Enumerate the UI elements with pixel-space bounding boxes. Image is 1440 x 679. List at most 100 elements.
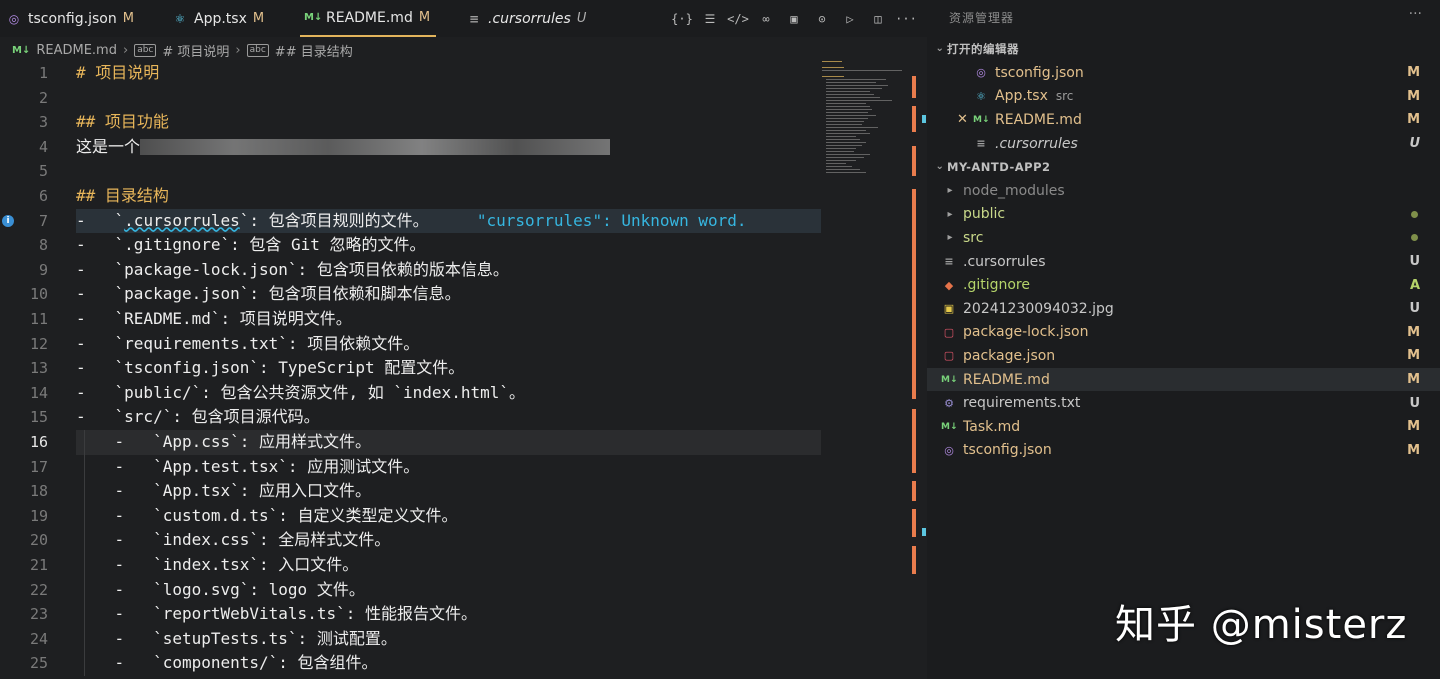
indent-guide (84, 430, 85, 676)
open-editors-header[interactable]: ⌄ 打开的编辑器 (927, 37, 1440, 61)
minimap-line (826, 130, 866, 131)
breadcrumb-h1[interactable]: # 项目说明 (162, 41, 229, 60)
chevron-right-icon: ▸ (947, 232, 953, 244)
code-line[interactable]: 19 - `custom.d.ts`: 自定义类型定义文件。 (0, 504, 822, 529)
line-number: 3 (38, 113, 48, 132)
open-editor-item[interactable]: ⚛ App.tsx src M (927, 85, 1440, 109)
minimap-line (826, 103, 866, 104)
file-item[interactable]: M↓ README.md M (927, 367, 1440, 392)
open-editor-item[interactable]: ≡ .cursorrules U (927, 132, 1440, 156)
info-marker (922, 115, 926, 123)
code-line[interactable]: 22 - `logo.svg`: logo 文件。 (0, 578, 822, 603)
code-line[interactable]: 18 - `App.tsx`: 应用入口文件。 (0, 479, 822, 504)
file-label: requirements.txt (963, 395, 1081, 412)
file-item[interactable]: ▢ package.json M (927, 344, 1440, 368)
file-item[interactable]: ⚙ requirements.txt U (927, 391, 1440, 415)
code-line[interactable]: 3 ## 项目功能 (0, 110, 822, 135)
code-icon[interactable]: </> (727, 10, 749, 28)
open-editor-item[interactable]: ✕ M↓ README.md M (927, 108, 1440, 132)
code-line[interactable]: 13 - `tsconfig.json`: TypeScript 配置文件。 (0, 356, 822, 381)
code-line[interactable]: 4 这是一个 (0, 135, 822, 160)
git-status: U (1409, 395, 1420, 411)
file-item[interactable]: ▣ 20241230094032.jpg U (927, 297, 1440, 321)
line-number: 23 (29, 605, 48, 624)
line-number: 12 (29, 334, 48, 353)
line-number: 5 (38, 162, 48, 181)
code-line[interactable]: 25 - `components/`: 包含组件。 (0, 651, 822, 676)
tab-cursorrules[interactable]: ≡ .cursorrules U (466, 0, 586, 37)
folder-item[interactable]: ▸ node_modules (927, 179, 1440, 203)
split-icon[interactable]: ◫ (869, 10, 887, 28)
file-item[interactable]: ≡ .cursorrules U (927, 250, 1440, 274)
code-line[interactable]: 10 - `package.json`: 包含项目依赖和脚本信息。 (0, 282, 822, 307)
code-line[interactable]: 15 - `src/`: 包含项目源代码。 (0, 405, 822, 430)
line-number: 25 (29, 654, 48, 673)
minimap-line (826, 97, 880, 98)
line-text: - `setupTests.ts`: 测试配置。 (76, 628, 397, 648)
breadcrumb-h2[interactable]: ## 目录结构 (275, 41, 353, 60)
code-line[interactable]: 14 - `public/`: 包含公共资源文件, 如 `index.html`。 (0, 381, 822, 406)
code-line[interactable]: 8 - `.gitignore`: 包含 Git 忽略的文件。 (0, 233, 822, 258)
folder-item[interactable]: ▸ src (927, 226, 1440, 250)
code-line[interactable]: 24 - `setupTests.ts`: 测试配置。 (0, 627, 822, 652)
minimap-line (826, 91, 870, 92)
code-line[interactable]: 12 - `requirements.txt`: 项目依赖文件。 (0, 332, 822, 357)
line-text: - `.gitignore`: 包含 Git 忽略的文件。 (76, 235, 426, 255)
list-icon[interactable]: ☰ (701, 10, 719, 28)
file-item[interactable]: ▢ package-lock.json M (927, 321, 1440, 345)
overview-ruler[interactable] (912, 61, 926, 679)
git-status: M (1407, 88, 1420, 104)
code-line[interactable]: 6 ## 目录结构 (0, 184, 822, 209)
minimap-line (826, 124, 862, 125)
minimap-line (826, 169, 860, 170)
code-line[interactable]: i7- `.cursorrules`: 包含项目规则的文件。 "cursorru… (0, 208, 822, 234)
run-icon[interactable]: ▷ (841, 10, 859, 28)
line-text: - `package.json`: 包含项目依赖和脚本信息。 (76, 284, 461, 304)
code-line[interactable]: 1 # 项目说明 (0, 61, 822, 86)
minimap[interactable] (822, 61, 912, 181)
chevron-down-icon: ⌄ (935, 43, 945, 55)
markdown-icon: M↓ (941, 374, 958, 385)
more-icon[interactable]: ··· (895, 10, 917, 28)
minimap-line (826, 148, 856, 149)
file-item[interactable]: ◎ tsconfig.json M (927, 439, 1440, 463)
file-item[interactable]: M↓ Task.md M (927, 415, 1440, 439)
git-status: M (1407, 65, 1420, 81)
more-icon[interactable]: ··· (1409, 6, 1422, 22)
code-line[interactable]: 17 - `App.test.tsx`: 应用测试文件。 (0, 455, 822, 480)
line-number: 19 (29, 506, 48, 525)
code-line[interactable]: 21 - `index.tsx`: 入口文件。 (0, 553, 822, 578)
braces-icon[interactable]: {·} (671, 10, 693, 28)
code-line[interactable]: 16 - `App.css`: 应用样式文件。 (0, 430, 822, 455)
tab-tsconfig[interactable]: ◎ tsconfig.json M (6, 0, 134, 37)
open-editor-item[interactable]: ◎ tsconfig.json M (927, 61, 1440, 85)
code-line[interactable]: 11 - `README.md`: 项目说明文件。 (0, 307, 822, 332)
change-marker (912, 106, 916, 132)
tab-readme[interactable]: M↓ README.md M (300, 0, 437, 37)
code-line[interactable]: 23 - `reportWebVitals.ts`: 性能报告文件。 (0, 602, 822, 627)
folder-item[interactable]: ▸ public (927, 203, 1440, 227)
image-icon[interactable]: ▣ (785, 10, 803, 28)
code-line[interactable]: 5 (0, 159, 822, 184)
project-header[interactable]: ⌄ MY-ANTD-APP2 (927, 155, 1440, 179)
git-status: M (1407, 348, 1420, 364)
diagnostic-message: "cursorrules": Unknown word. (476, 210, 747, 230)
line-text: - `components/`: 包含组件。 (76, 653, 378, 673)
file-item[interactable]: ◆ .gitignore A (927, 273, 1440, 297)
close-icon[interactable]: ✕ (957, 112, 968, 127)
react-icon: ⚛ (174, 11, 186, 26)
line-number: 4 (38, 137, 48, 156)
git-status: A (1409, 277, 1420, 293)
line-number: 11 (29, 310, 48, 328)
code-line[interactable]: 9 - `package-lock.json`: 包含项目依赖的版本信息。 (0, 258, 822, 283)
code-line[interactable]: 20 - `index.css`: 全局样式文件。 (0, 528, 822, 553)
link-icon[interactable]: ∞ (757, 10, 775, 28)
code-line[interactable]: 2 (0, 86, 822, 111)
modified-dot (1411, 210, 1418, 218)
line-number: 18 (29, 482, 48, 501)
breadcrumb-file[interactable]: README.md (36, 43, 117, 58)
more-circle-icon[interactable]: ⊙ (813, 10, 831, 28)
change-marker (912, 481, 916, 501)
tab-app-tsx[interactable]: ⚛ App.tsx M (172, 0, 264, 37)
line-text: - `reportWebVitals.ts`: 性能报告文件。 (76, 604, 477, 624)
